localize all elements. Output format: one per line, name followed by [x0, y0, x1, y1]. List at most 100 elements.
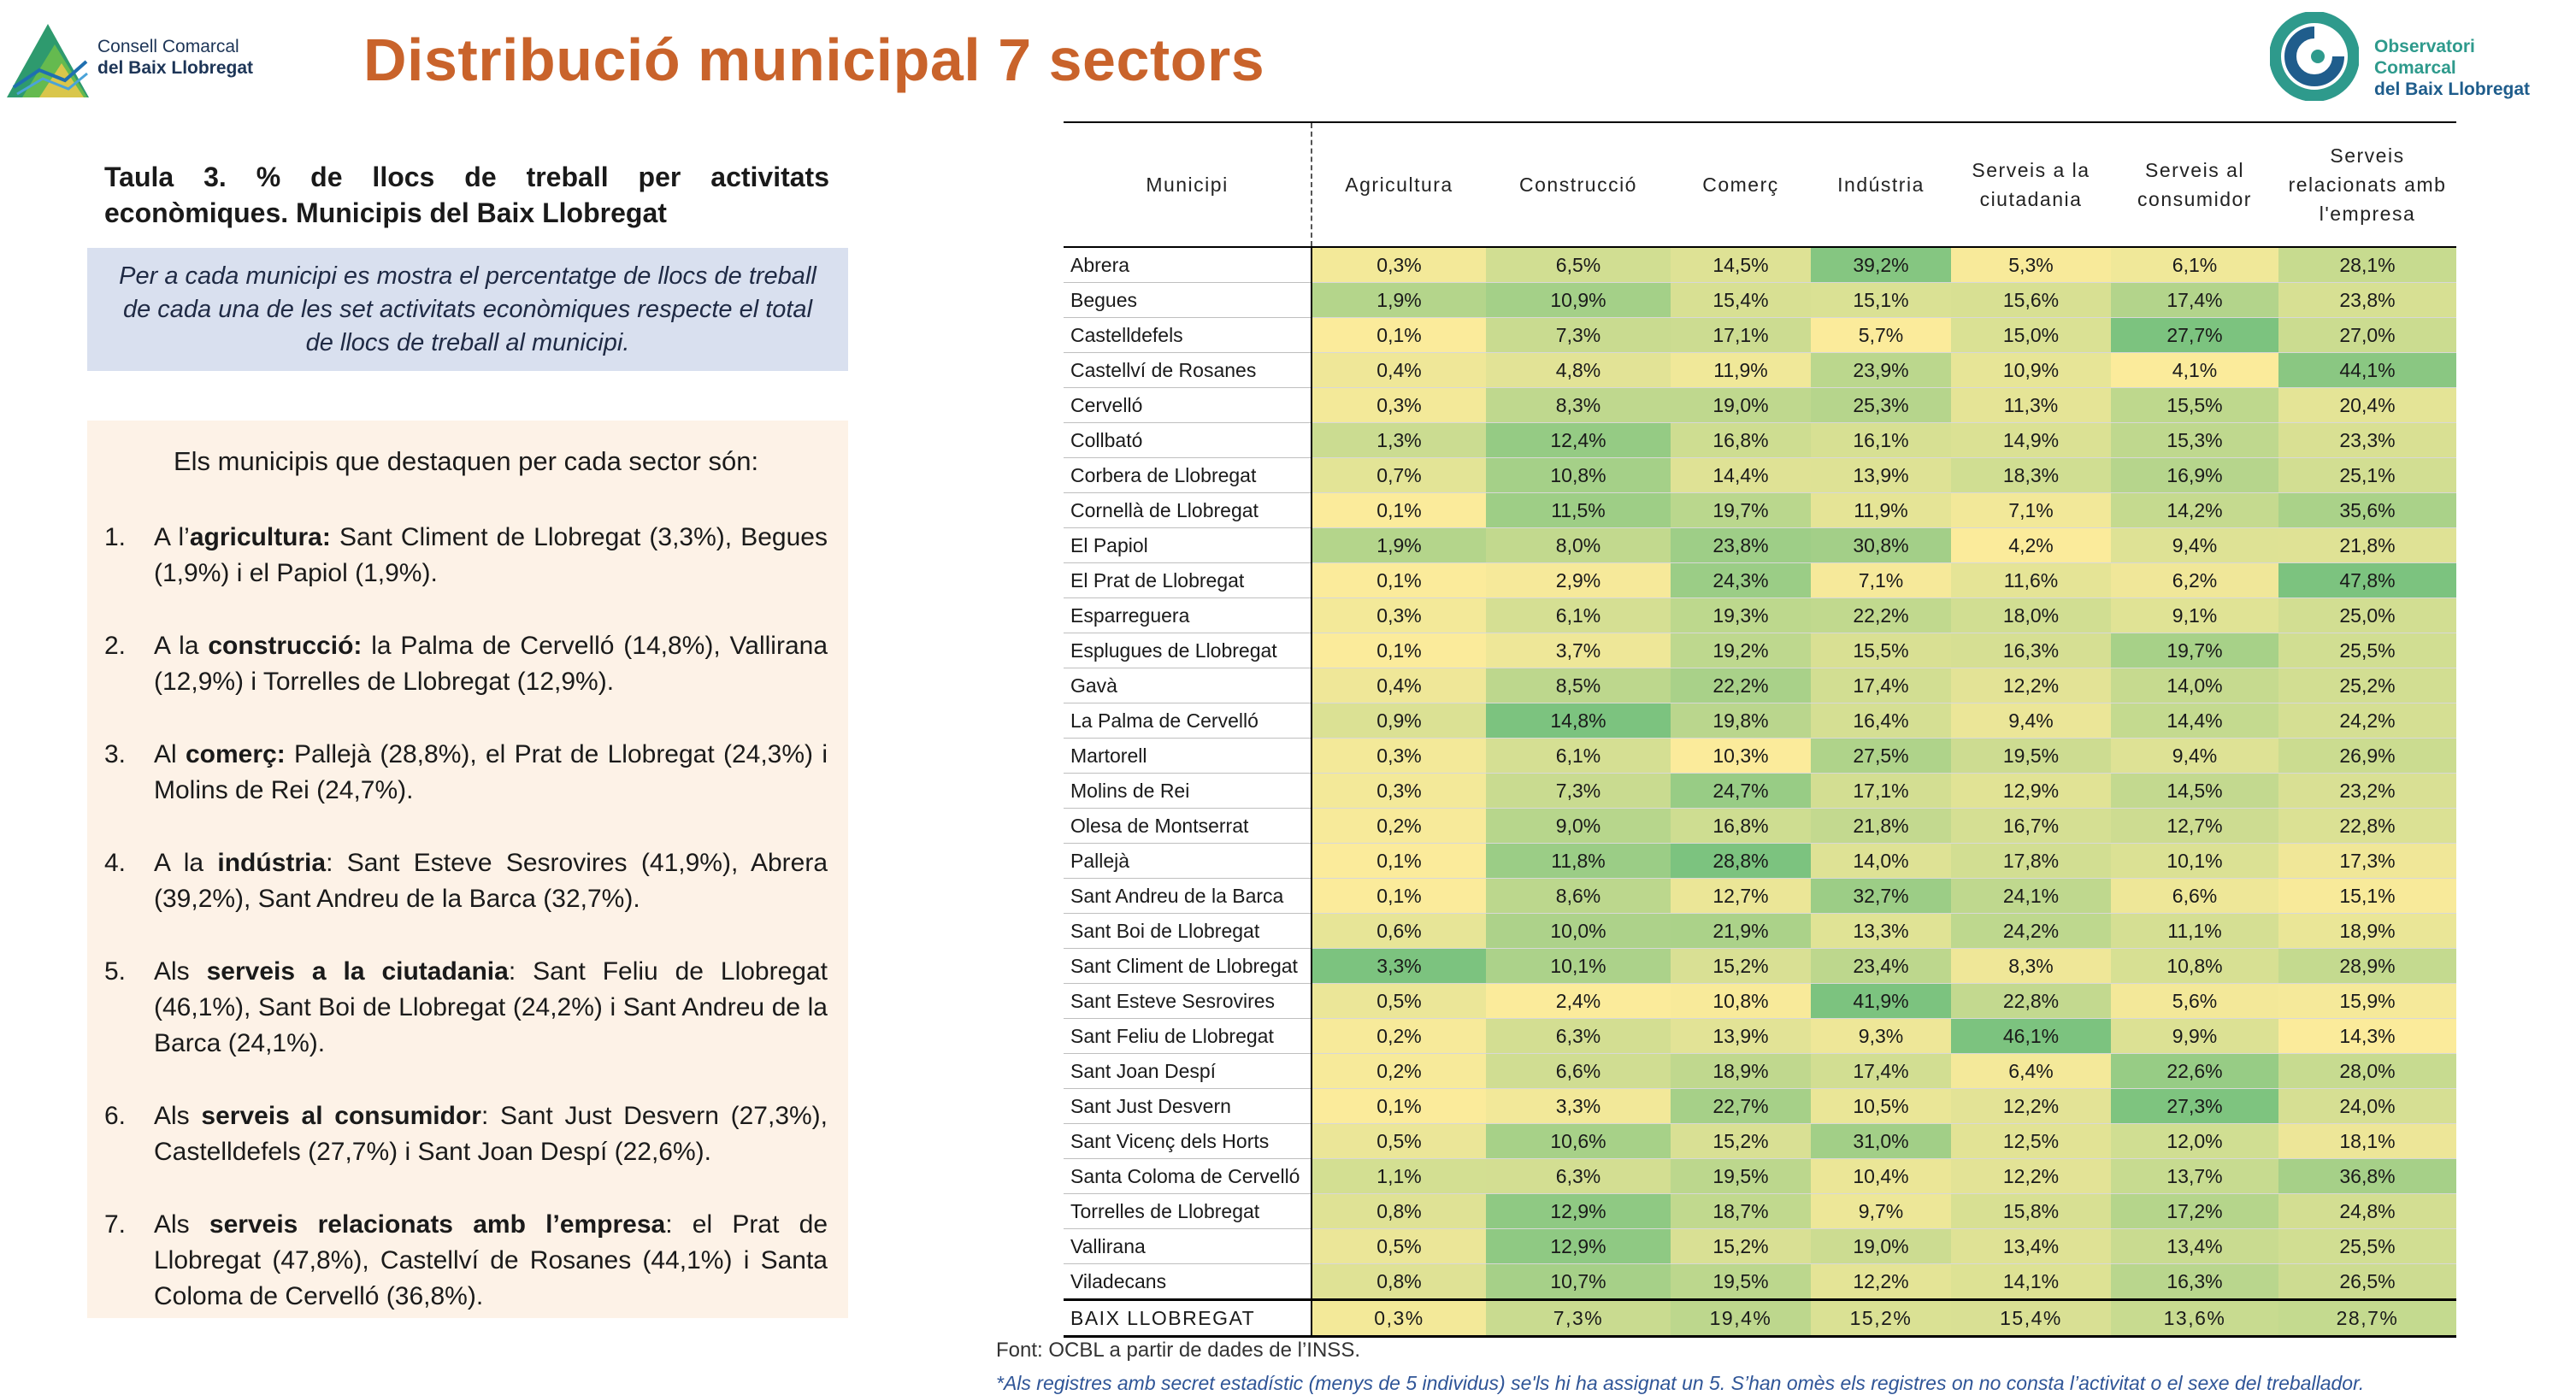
percentage-cell: 10,5%	[1811, 1088, 1951, 1124]
percentage-cell: 0,1%	[1312, 633, 1486, 668]
highlight-sector: agricultura:	[189, 523, 331, 551]
municipality-name: Santa Coloma de Cervelló	[1064, 1158, 1312, 1194]
percentage-cell: 0,8%	[1312, 1193, 1486, 1229]
highlight-number: 4.	[104, 849, 127, 877]
percentage-cell: 20,4%	[2278, 387, 2456, 423]
table-row: Sant Joan Despí 0,2% 6,6% 18,9% 17,4% 6,4% 22,…	[1064, 1053, 2456, 1089]
percentage-cell: 17,2%	[2111, 1193, 2278, 1229]
highlights-box: Els municipis que destaquen per cada sec…	[87, 421, 848, 1318]
percentage-cell: 9,4%	[1951, 703, 2111, 739]
percentage-cell: 15,8%	[1951, 1193, 2111, 1229]
municipality-name: Esparreguera	[1064, 597, 1312, 633]
percentage-cell: 14,4%	[2111, 703, 2278, 739]
percentage-cell: 15,4%	[1671, 282, 1811, 318]
percentage-cell: 16,8%	[1671, 808, 1811, 844]
table-row: Pallejà 0,1% 11,8% 28,8% 14,0% 17,8% 10,1% 17,3…	[1064, 843, 2456, 879]
percentage-cell: 14,5%	[2111, 773, 2278, 809]
intro-text: Per a cada municipi es mostra el percent…	[119, 262, 816, 356]
percentage-cell: 28,0%	[2278, 1053, 2456, 1089]
percentage-cell: 11,6%	[1951, 562, 2111, 598]
percentage-cell: 28,7%	[2278, 1298, 2456, 1338]
percentage-cell: 6,6%	[2111, 878, 2278, 914]
percentage-cell: 0,1%	[1312, 317, 1486, 353]
percentage-cell: 2,9%	[1486, 562, 1671, 598]
highlight-text: A l’agricultura: Sant Climent de Llobreg…	[154, 520, 828, 592]
table-row: Abrera 0,3% 6,5% 14,5% 39,2% 5,3% 6,1% 28,1%	[1064, 246, 2456, 283]
percentage-cell: 4,8%	[1486, 352, 1671, 388]
percentage-cell: 14,0%	[2111, 668, 2278, 703]
percentage-cell: 13,6%	[2111, 1298, 2278, 1338]
table-row: El Prat de Llobregat 0,1% 2,9% 24,3% 7,1% 11,…	[1064, 562, 2456, 598]
percentage-cell: 12,2%	[1811, 1263, 1951, 1300]
percentage-cell: 11,5%	[1486, 492, 1671, 528]
percentage-cell: 31,0%	[1811, 1123, 1951, 1159]
percentage-cell: 17,8%	[1951, 843, 2111, 879]
highlight-sector: serveis relacionats amb l’empresa	[209, 1210, 666, 1239]
percentage-cell: 25,1%	[2278, 457, 2456, 493]
table-row: Begues 1,9% 10,9% 15,4% 15,1% 15,6% 17,4% 23,8%	[1064, 282, 2456, 318]
percentage-cell: 23,3%	[2278, 422, 2456, 458]
percentage-cell: 22,2%	[1811, 597, 1951, 633]
highlight-sector: comerç:	[185, 740, 286, 768]
percentage-cell: 15,2%	[1671, 1123, 1811, 1159]
percentage-cell: 3,7%	[1486, 633, 1671, 668]
percentage-cell: 10,8%	[1486, 457, 1671, 493]
percentage-cell: 22,7%	[1671, 1088, 1811, 1124]
municipality-name: Gavà	[1064, 668, 1312, 703]
percentage-cell: 8,3%	[1951, 948, 2111, 984]
percentage-cell: 21,9%	[1671, 913, 1811, 949]
municipality-name: Pallejà	[1064, 843, 1312, 879]
percentage-cell: 17,1%	[1671, 317, 1811, 353]
highlight-prefix: Als	[154, 957, 207, 986]
percentage-cell: 14,9%	[1951, 422, 2111, 458]
percentage-cell: 17,1%	[1811, 773, 1951, 809]
percentage-cell: 13,3%	[1811, 913, 1951, 949]
municipality-name: La Palma de Cervelló	[1064, 703, 1312, 739]
percentage-cell: 17,3%	[2278, 843, 2456, 879]
percentage-cell: 16,1%	[1811, 422, 1951, 458]
percentage-cell: 14,1%	[1951, 1263, 2111, 1300]
percentage-cell: 10,8%	[1671, 983, 1811, 1019]
percentage-cell: 9,9%	[2111, 1018, 2278, 1054]
percentage-cell: 3,3%	[1312, 948, 1486, 984]
table-row: Esplugues de Llobregat 0,1% 3,7% 19,2% 15,5%…	[1064, 633, 2456, 668]
mountain-logo-icon	[7, 24, 89, 97]
column-header: Construcció	[1486, 121, 1671, 247]
percentage-cell: 21,8%	[1811, 808, 1951, 844]
municipality-name: Vallirana	[1064, 1228, 1312, 1264]
percentage-cell: 0,1%	[1312, 1088, 1486, 1124]
table-row: Corbera de Llobregat 0,7% 10,8% 14,4% 13,9% 1…	[1064, 457, 2456, 493]
percentage-cell: 18,0%	[1951, 597, 2111, 633]
percentage-cell: 0,2%	[1312, 1053, 1486, 1089]
percentage-cell: 12,5%	[1951, 1123, 2111, 1159]
percentage-cell: 8,0%	[1486, 527, 1671, 563]
percentage-cell: 30,8%	[1811, 527, 1951, 563]
percentage-cell: 14,4%	[1671, 457, 1811, 493]
percentage-cell: 10,0%	[1486, 913, 1671, 949]
percentage-cell: 0,5%	[1312, 1228, 1486, 1264]
percentage-cell: 15,3%	[2111, 422, 2278, 458]
highlight-number: 3.	[104, 740, 127, 768]
percentage-cell: 0,2%	[1312, 1018, 1486, 1054]
percentage-cell: 24,1%	[1951, 878, 2111, 914]
highlight-prefix: A l’	[154, 523, 190, 551]
municipality-name: Sant Vicenç dels Horts	[1064, 1123, 1312, 1159]
percentage-cell: 1,3%	[1312, 422, 1486, 458]
municipality-name: Esplugues de Llobregat	[1064, 633, 1312, 668]
percentage-cell: 27,3%	[2111, 1088, 2278, 1124]
percentage-cell: 14,5%	[1671, 246, 1811, 283]
percentage-cell: 28,1%	[2278, 246, 2456, 283]
percentage-cell: 10,1%	[1486, 948, 1671, 984]
percentage-cell: 24,2%	[1951, 913, 2111, 949]
percentage-cell: 19,5%	[1951, 738, 2111, 774]
column-header: Agricultura	[1312, 121, 1486, 247]
percentage-cell: 0,1%	[1312, 843, 1486, 879]
percentage-cell: 8,6%	[1486, 878, 1671, 914]
percentage-cell: 7,3%	[1486, 317, 1671, 353]
highlight-text: Al comerç: Pallejà (28,8%), el Prat de L…	[154, 737, 828, 809]
percentage-cell: 15,5%	[2111, 387, 2278, 423]
table-row: Viladecans 0,8% 10,7% 19,5% 12,2% 14,1% 16,3% 2…	[1064, 1263, 2456, 1300]
percentage-cell: 1,9%	[1312, 282, 1486, 318]
percentage-cell: 13,9%	[1671, 1018, 1811, 1054]
percentage-cell: 27,7%	[2111, 317, 2278, 353]
